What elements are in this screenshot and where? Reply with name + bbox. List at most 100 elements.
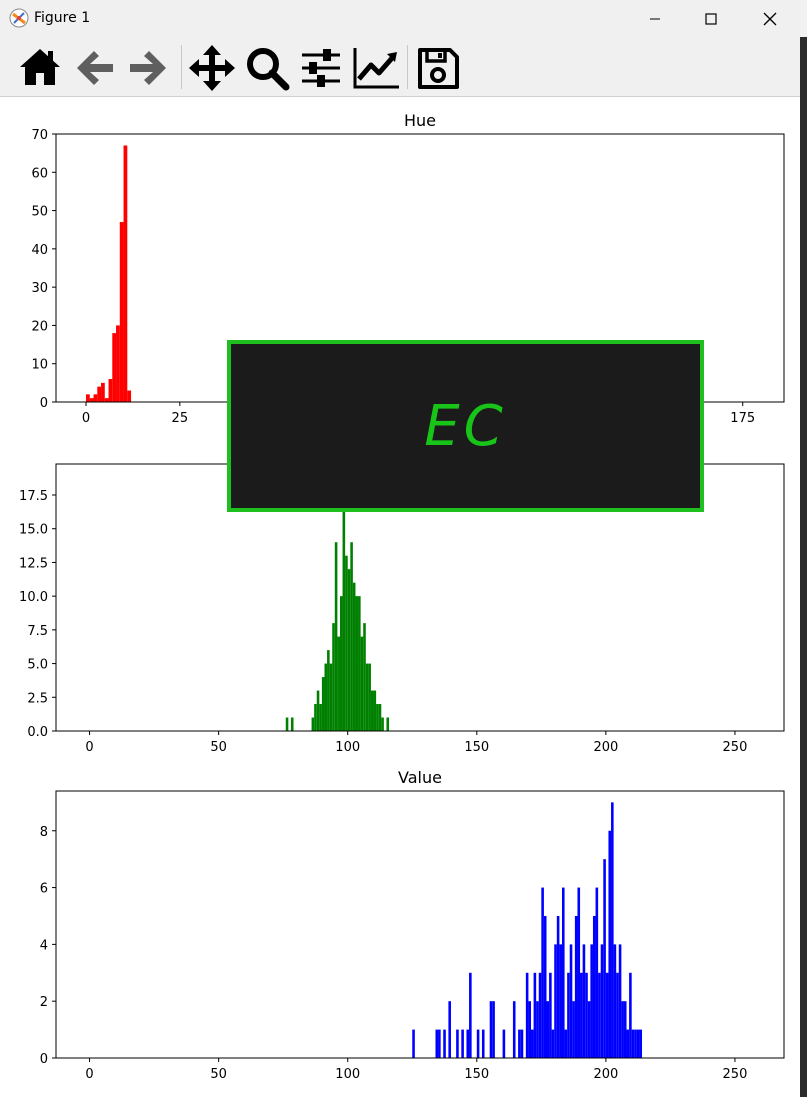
home-icon (20, 49, 60, 85)
histogram-bar (386, 717, 390, 731)
histogram-bar (358, 596, 361, 731)
y-tick-label: 20 (31, 319, 48, 334)
x-tick-label: 250 (723, 1067, 748, 1082)
x-tick-label: 175 (730, 411, 755, 426)
histogram-bar (520, 1029, 524, 1058)
y-tick-label: 12.5 (19, 556, 48, 571)
matplotlib-toolbar (0, 37, 800, 97)
histogram-bar (370, 690, 374, 731)
histogram-bar (631, 1029, 635, 1058)
histogram-bar (334, 542, 338, 731)
y-tick-label: 17.5 (19, 489, 48, 504)
x-tick-label: 25 (172, 411, 189, 426)
histogram-bar (329, 663, 333, 731)
histogram-bar (89, 398, 94, 402)
histogram-bar (448, 1001, 451, 1058)
background-window-edge (800, 37, 807, 1097)
histogram-bar (538, 972, 542, 1058)
histogram-bar (376, 704, 379, 731)
x-tick-label: 0 (82, 411, 90, 426)
histogram-bar (603, 859, 606, 1058)
zoom-button[interactable] (242, 43, 292, 93)
configure-subplots-button[interactable] (296, 43, 346, 93)
histogram-bar (327, 650, 330, 731)
x-tick-label: 50 (210, 1067, 227, 1082)
overlay-text: EC (424, 393, 507, 459)
minimize-icon (650, 18, 660, 19)
y-tick-label: 30 (31, 281, 48, 296)
maximize-icon (705, 12, 717, 25)
minimize-button[interactable] (627, 0, 683, 37)
y-tick-label: 5.0 (27, 658, 48, 673)
histogram-bar (533, 972, 537, 1058)
y-tick-label: 40 (31, 243, 48, 258)
y-tick-label: 60 (31, 166, 48, 181)
histogram-bar (108, 379, 113, 402)
histogram-bar (561, 887, 565, 1058)
histogram-bar (518, 1029, 521, 1058)
histogram-bar (608, 830, 612, 1058)
histogram-bar (639, 1029, 643, 1058)
histogram-bar (469, 972, 472, 1058)
histogram-bar (546, 1001, 550, 1058)
histogram-bar (345, 555, 348, 731)
histogram-bar (577, 887, 581, 1058)
histogram-bar (123, 145, 128, 402)
histogram-bar (564, 1029, 568, 1058)
histogram-bar (86, 394, 90, 402)
histogram-bar (567, 972, 570, 1058)
back-button[interactable] (70, 43, 120, 93)
x-tick-label: 0 (85, 1067, 93, 1082)
histogram-bar (378, 704, 382, 731)
histogram-bar (536, 1001, 539, 1058)
y-tick-label: 50 (31, 205, 48, 220)
histogram-bar (456, 1029, 459, 1058)
histogram-bar (435, 1029, 439, 1058)
histogram-bar (443, 1029, 446, 1058)
histogram-bar (492, 1001, 495, 1058)
forward-button[interactable] (123, 43, 173, 93)
save-icon (418, 48, 459, 89)
histogram-bar (543, 915, 547, 1058)
histogram-bar (556, 915, 560, 1058)
histogram-bar (613, 944, 617, 1058)
histogram-bar (621, 1001, 624, 1058)
histogram-bar (355, 596, 359, 731)
back-arrow-icon (77, 51, 113, 85)
x-tick-label: 50 (210, 740, 227, 755)
background-window-edge (800, 0, 807, 37)
close-button[interactable] (742, 0, 798, 37)
histogram-bar (311, 717, 315, 731)
subplot-3: 0 50 100 150 200 250 0 2 4 6 8 Value (40, 768, 785, 1082)
home-button[interactable] (15, 43, 65, 93)
y-tick-label: 2.5 (27, 691, 48, 706)
histogram-bar (314, 704, 317, 731)
y-tick-label: 70 (31, 128, 48, 143)
histogram-bar (616, 972, 619, 1058)
histogram-bar (466, 1029, 470, 1058)
save-button[interactable] (413, 43, 463, 93)
histogram-bar (580, 972, 583, 1058)
histogram-bar (119, 222, 124, 402)
subplot-title: Value (398, 768, 442, 787)
y-tick-label: 8 (40, 825, 48, 840)
y-tick-label: 0 (40, 1052, 48, 1067)
histogram-bar (528, 1001, 532, 1058)
histogram-bar (112, 333, 117, 402)
maximize-button[interactable] (683, 0, 739, 37)
pan-button[interactable] (187, 43, 237, 93)
histogram-bar (319, 704, 322, 731)
histogram-bar (97, 386, 102, 402)
overlay-box: EC (227, 340, 704, 512)
edit-axis-button[interactable] (351, 43, 401, 93)
histogram-bar (585, 972, 588, 1058)
histogram-bar (316, 690, 320, 731)
window-title: Figure 1 (34, 10, 91, 26)
histogram-bar (481, 1029, 485, 1058)
toolbar-separator (181, 45, 182, 89)
x-tick-label: 100 (335, 740, 360, 755)
x-tick-label: 100 (335, 1067, 360, 1082)
histogram-bar (569, 944, 573, 1058)
x-tick-label: 200 (593, 1067, 618, 1082)
y-tick-label: 6 (40, 882, 48, 897)
